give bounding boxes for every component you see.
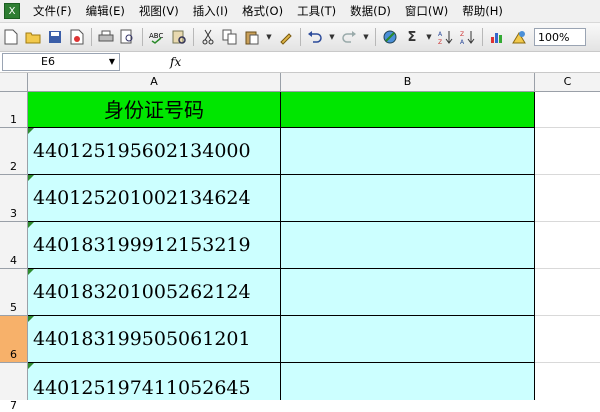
menu-help[interactable]: 帮助(H): [455, 1, 510, 21]
select-all-corner[interactable]: [0, 73, 28, 91]
menu-view[interactable]: 视图(V): [132, 1, 186, 21]
cell-c5[interactable]: [535, 269, 600, 316]
standard-toolbar: ABC ▼ ▼ ▼ Σ ▼ AZ ZA 100%: [0, 23, 600, 52]
autosum-icon[interactable]: Σ: [403, 28, 421, 46]
sort-ascending-icon[interactable]: AZ: [437, 28, 455, 46]
cell-b4[interactable]: [281, 222, 535, 269]
column-header-b[interactable]: B: [281, 73, 535, 91]
toolbar-separator: [193, 28, 194, 46]
number-as-text-indicator: [28, 316, 34, 322]
cell-a4[interactable]: 440183199912153219: [28, 222, 281, 269]
row-header-3[interactable]: 3: [0, 175, 28, 222]
cell-c2[interactable]: [535, 128, 600, 175]
cut-icon[interactable]: [199, 28, 217, 46]
toolbar-separator: [482, 28, 483, 46]
toolbar-separator: [300, 28, 301, 46]
menu-file[interactable]: 文件(F): [26, 1, 79, 21]
cell-a7[interactable]: 440125197411052645: [28, 363, 281, 400]
print-preview-icon[interactable]: [119, 28, 137, 46]
column-header-a[interactable]: A: [28, 73, 281, 91]
undo-icon[interactable]: [306, 28, 324, 46]
cell-c3[interactable]: [535, 175, 600, 222]
toolbar-separator: [91, 28, 92, 46]
cell-a5[interactable]: 440183201005262124: [28, 269, 281, 316]
cell-c1[interactable]: [535, 92, 600, 128]
svg-text:A: A: [438, 31, 443, 38]
spelling-icon[interactable]: ABC: [148, 28, 166, 46]
undo-dropdown-icon[interactable]: ▼: [328, 28, 336, 46]
research-icon[interactable]: [170, 28, 188, 46]
hyperlink-icon[interactable]: [381, 28, 399, 46]
cell-b5[interactable]: [281, 269, 535, 316]
zoom-input[interactable]: 100%: [534, 28, 586, 46]
redo-dropdown-icon[interactable]: ▼: [362, 28, 370, 46]
row-header-7[interactable]: 7: [0, 363, 28, 412]
svg-text:A: A: [460, 39, 465, 45]
row-header-5[interactable]: 5: [0, 269, 28, 316]
open-folder-icon[interactable]: [24, 28, 42, 46]
cell-b6[interactable]: [281, 316, 535, 363]
cell-b3[interactable]: [281, 175, 535, 222]
menu-tools[interactable]: 工具(T): [290, 1, 343, 21]
row-header-1[interactable]: 1: [0, 92, 28, 128]
new-file-icon[interactable]: [2, 28, 20, 46]
format-painter-icon[interactable]: [277, 28, 295, 46]
cell-b7[interactable]: [281, 363, 535, 400]
menu-data[interactable]: 数据(D): [343, 1, 398, 21]
cell-c6[interactable]: [535, 316, 600, 363]
number-as-text-indicator: [28, 175, 34, 181]
insert-function-icon[interactable]: fx: [170, 55, 181, 69]
chart-wizard-icon[interactable]: [488, 28, 506, 46]
name-box-dropdown-icon[interactable]: ▼: [109, 54, 115, 70]
permission-icon[interactable]: [68, 28, 86, 46]
redo-icon[interactable]: [340, 28, 358, 46]
paste-icon[interactable]: [243, 28, 261, 46]
cell-b1[interactable]: [281, 92, 535, 128]
column-headers: A B C: [0, 73, 600, 92]
autosum-dropdown-icon[interactable]: ▼: [425, 28, 433, 46]
menu-window[interactable]: 窗口(W): [398, 1, 455, 21]
number-as-text-indicator: [28, 222, 34, 228]
column-header-c[interactable]: C: [535, 73, 600, 91]
row-header-4[interactable]: 4: [0, 222, 28, 269]
cell-a3[interactable]: 440125201002134624: [28, 175, 281, 222]
cell-a2[interactable]: 440125195602134000: [28, 128, 281, 175]
cell-c4[interactable]: [535, 222, 600, 269]
number-as-text-indicator: [28, 269, 34, 275]
svg-text:Z: Z: [438, 39, 442, 45]
toolbar-separator: [142, 28, 143, 46]
cell-a6[interactable]: 440183199505061201: [28, 316, 281, 363]
cell-b2[interactable]: [281, 128, 535, 175]
toolbar-separator: [375, 28, 376, 46]
name-box[interactable]: E6 ▼: [2, 53, 120, 71]
drawing-icon[interactable]: [510, 28, 528, 46]
menu-insert[interactable]: 插入(I): [186, 1, 235, 21]
menu-format[interactable]: 格式(O): [235, 1, 290, 21]
sort-descending-icon[interactable]: ZA: [459, 28, 477, 46]
paste-dropdown-icon[interactable]: ▼: [265, 28, 273, 46]
print-icon[interactable]: [97, 28, 115, 46]
number-as-text-indicator: [28, 363, 34, 369]
number-as-text-indicator: [28, 128, 34, 134]
menu-edit[interactable]: 编辑(E): [79, 1, 132, 21]
formula-bar: E6 ▼ fx: [0, 52, 600, 73]
row-header-6[interactable]: 6: [0, 316, 28, 363]
menu-bar: X 文件(F) 编辑(E) 视图(V) 插入(I) 格式(O) 工具(T) 数据…: [0, 0, 600, 23]
row-header-2[interactable]: 2: [0, 128, 28, 175]
name-box-value: E6: [41, 55, 55, 68]
cell-c7[interactable]: [535, 363, 600, 400]
save-icon[interactable]: [46, 28, 64, 46]
excel-app-icon[interactable]: X: [4, 3, 20, 19]
svg-text:ABC: ABC: [149, 32, 163, 40]
copy-icon[interactable]: [221, 28, 239, 46]
svg-text:Z: Z: [460, 31, 464, 38]
cell-a1[interactable]: 身份证号码: [28, 92, 281, 128]
